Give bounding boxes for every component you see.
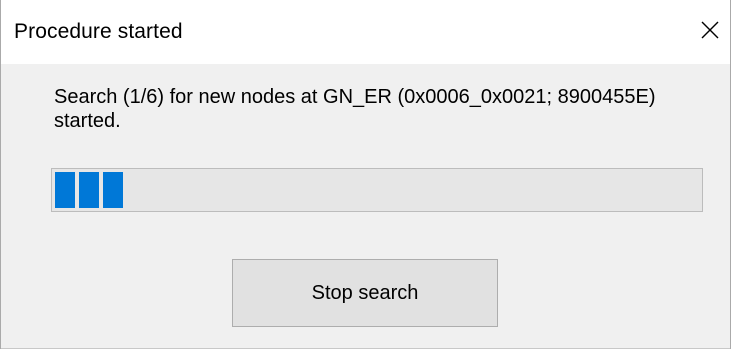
stop-search-button[interactable]: Stop search: [232, 259, 498, 327]
close-icon: [701, 21, 719, 39]
close-button[interactable]: [692, 12, 728, 48]
progress-block: [103, 172, 123, 208]
progress-block: [55, 172, 75, 208]
title-bar: Procedure started: [1, 0, 730, 64]
progress-fill: [55, 172, 123, 208]
status-message: Search (1/6) for new nodes at GN_ER (0x0…: [54, 86, 656, 132]
progress-bar: [51, 168, 703, 212]
dialog-title: Procedure started: [14, 20, 183, 43]
progress-block: [79, 172, 99, 208]
procedure-dialog: Procedure started Search (1/6) for new n…: [0, 0, 731, 349]
